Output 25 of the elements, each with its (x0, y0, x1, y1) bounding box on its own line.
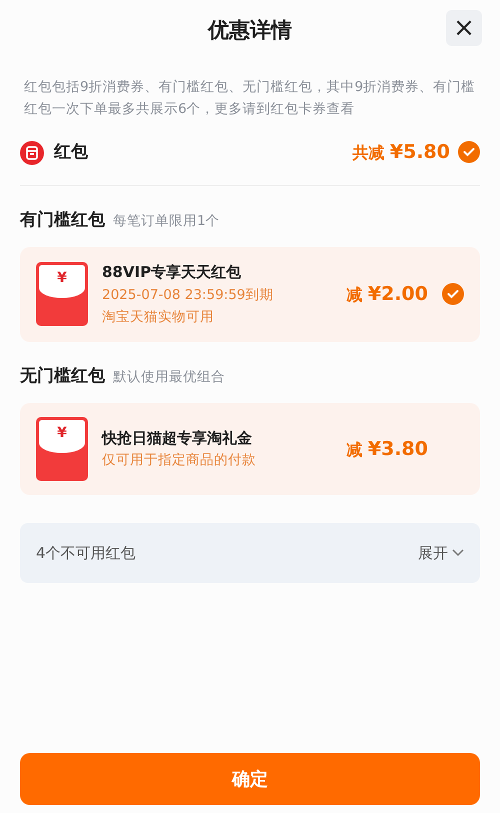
coupon-name: 快抢日猫超专享淘礼金 (102, 428, 253, 449)
section-title: 有门槛红包 (20, 208, 105, 232)
coupon-detail: 淘宝天猫实物可用 (102, 308, 215, 326)
checkmark-icon[interactable] (442, 283, 464, 306)
coupon-detail: 仅可用于指定商品的付款 (102, 451, 257, 470)
close-button[interactable]: × (446, 10, 482, 46)
summary-label: 红包 (54, 140, 88, 164)
packet-icon (20, 140, 44, 164)
section-note: 默认使用最优组合 (113, 368, 225, 386)
section-title: 无门槛红包 (20, 364, 105, 388)
coupon-detail: 2025-07-08 23:59:59到期 (102, 286, 274, 304)
expand-button[interactable]: 展开 (418, 542, 464, 564)
coupon-card[interactable]: ¥ 快抢日猫超专享淘礼金 仅可用于指定商品的付款 减 ¥3.80 (20, 403, 480, 495)
description-text: 红包包括9折消费券、有门槛红包、无门槛红包，其中9折消费券、有门槛红包一次下单最多共展示6个，更多请到红包卡券查看 (23, 78, 476, 119)
total-discount: 共减 ¥5.80 (352, 140, 450, 165)
currency-symbol: ¥ (56, 269, 68, 288)
dialog-title: 优惠详情 (208, 17, 292, 44)
coupon-name: 88VIP专享天天红包 (102, 262, 242, 283)
checkmark-icon[interactable] (458, 141, 480, 164)
currency-symbol: ¥ (56, 424, 68, 443)
coupon-card[interactable]: ¥ 88VIP专享天天红包 2025-07-08 23:59:59到期 淘宝天猫实物可用 减 ¥2.00 (20, 247, 480, 342)
unavailable-label: 4个不可用红包 (36, 542, 136, 564)
coupon-discount: 减 ¥2.00 (346, 282, 428, 307)
coupon-discount: 减 ¥3.80 (346, 436, 428, 462)
section-note: 每笔订单限用1个 (113, 212, 220, 230)
